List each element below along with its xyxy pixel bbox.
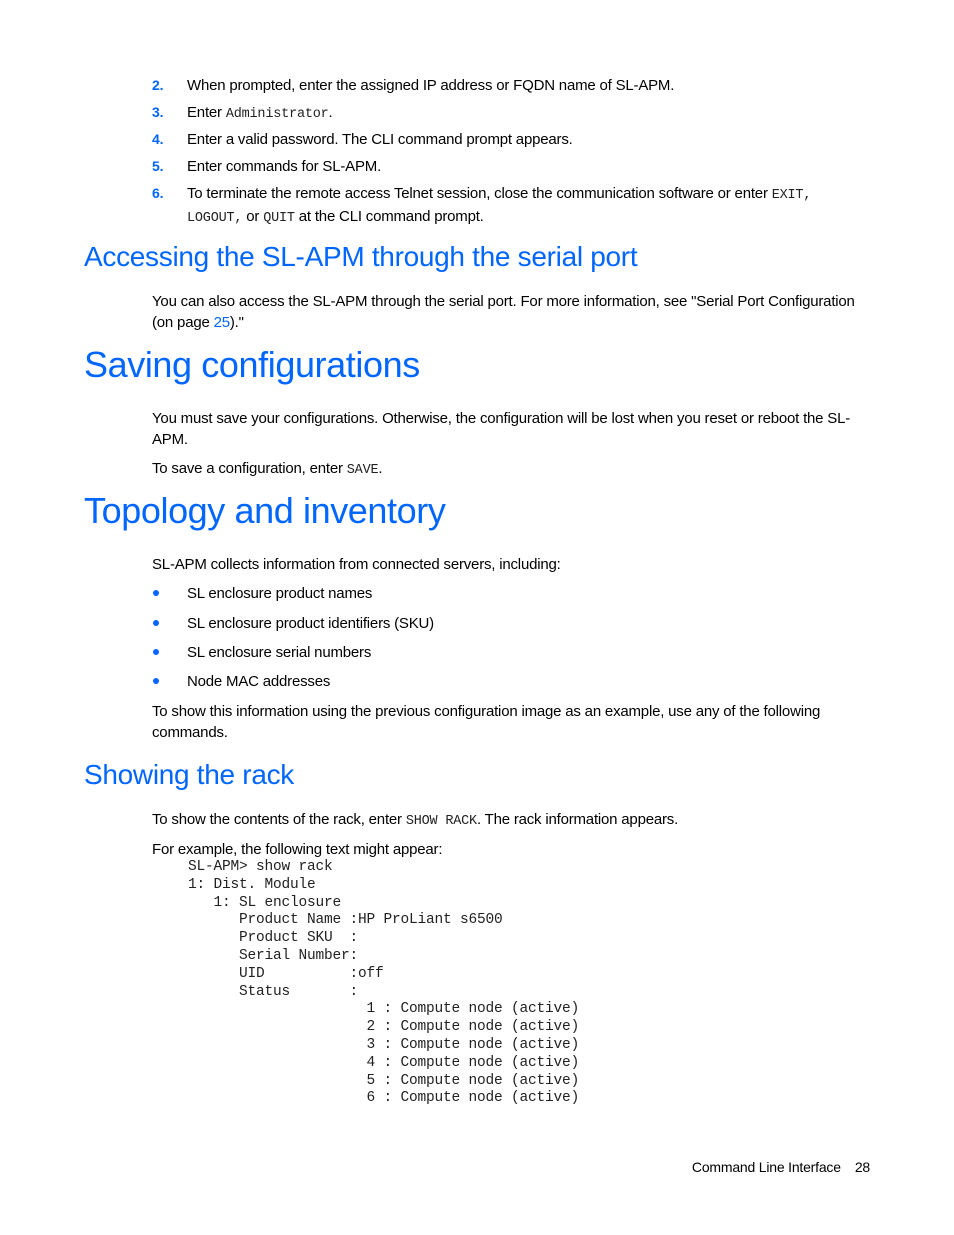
saving-paragraph: You must save your configurations. Other…: [152, 410, 851, 448]
step-text-pre: Enter: [187, 104, 226, 121]
step-text-post: .: [328, 104, 333, 121]
heading-showing-rack: Showing the rack: [84, 759, 294, 790]
bullet-icon: [153, 649, 159, 655]
step-text: Enter a valid password. The CLI command …: [187, 131, 573, 148]
save-instruction: To save a configuration, enter SAVE.: [152, 458, 872, 481]
rack-text-post: . The rack information appears.: [476, 811, 679, 828]
code-block-show-rack: SL-APM> show rack 1: Dist. Module 1: SL …: [188, 859, 580, 1107]
inline-code-quit: QUIT: [263, 211, 295, 226]
list-item-text: SL enclosure product identifiers (SKU): [187, 615, 434, 632]
heading-topology-inventory: Topology and inventory: [84, 490, 446, 531]
page-link[interactable]: 25: [214, 314, 231, 331]
list-item-text: Node MAC addresses: [187, 673, 331, 690]
bullet-icon: [153, 620, 159, 626]
rack-paragraph: To show the contents of the rack, enter …: [152, 809, 872, 832]
inline-code-logout: LOGOUT,: [187, 211, 243, 226]
page-number: 28: [854, 1159, 870, 1175]
inline-code: Administrator: [225, 107, 329, 122]
heading-saving-configurations: Saving configurations: [84, 344, 420, 385]
serial-paragraph: You can also access the SL-APM through t…: [152, 291, 872, 333]
step-number: 5.: [152, 158, 164, 174]
step-number: 4.: [152, 131, 164, 147]
list-item-text: SL enclosure product names: [187, 585, 373, 602]
save-text-post: .: [378, 460, 383, 477]
serial-text-pre: You can also access the SL-APM through t…: [152, 293, 855, 331]
bullet-icon: [153, 590, 159, 596]
topology-intro: SL-APM collects information from connect…: [152, 556, 561, 573]
step-number: 3.: [152, 104, 164, 120]
serial-text-post: ).": [229, 314, 244, 331]
footer-section-title: Command Line Interface: [691, 1159, 841, 1175]
inline-code-show-rack: SHOW RACK: [405, 814, 477, 829]
step-text-pre: To terminate the remote access Telnet se…: [187, 185, 772, 202]
step-text: To terminate the remote access Telnet se…: [187, 183, 872, 229]
bullet-icon: [153, 678, 159, 684]
rack-example-intro: For example, the following text might ap…: [152, 841, 443, 858]
step-text-post: at the CLI command prompt.: [294, 208, 484, 225]
list-item-text: SL enclosure serial numbers: [187, 644, 372, 661]
page-footer: Command Line Interface 28: [678, 1157, 870, 1178]
step-number: 6.: [152, 185, 164, 201]
topology-outro: To show this information using the previ…: [152, 703, 821, 741]
step-text-mid: or: [242, 208, 264, 225]
inline-code-exit: EXIT,: [771, 188, 812, 203]
inline-code-save: SAVE: [346, 463, 379, 478]
step-text: Enter Administrator.: [187, 102, 872, 125]
save-text-pre: To save a configuration, enter: [152, 460, 347, 477]
document-page: 2. When prompted, enter the assigned IP …: [0, 0, 954, 1235]
step-number: 2.: [152, 77, 164, 93]
heading-serial-port: Accessing the SL-APM through the serial …: [84, 241, 638, 272]
step-text: Enter commands for SL-APM.: [187, 158, 382, 175]
rack-text-pre: To show the contents of the rack, enter: [152, 811, 406, 828]
step-text: When prompted, enter the assigned IP add…: [187, 77, 675, 94]
